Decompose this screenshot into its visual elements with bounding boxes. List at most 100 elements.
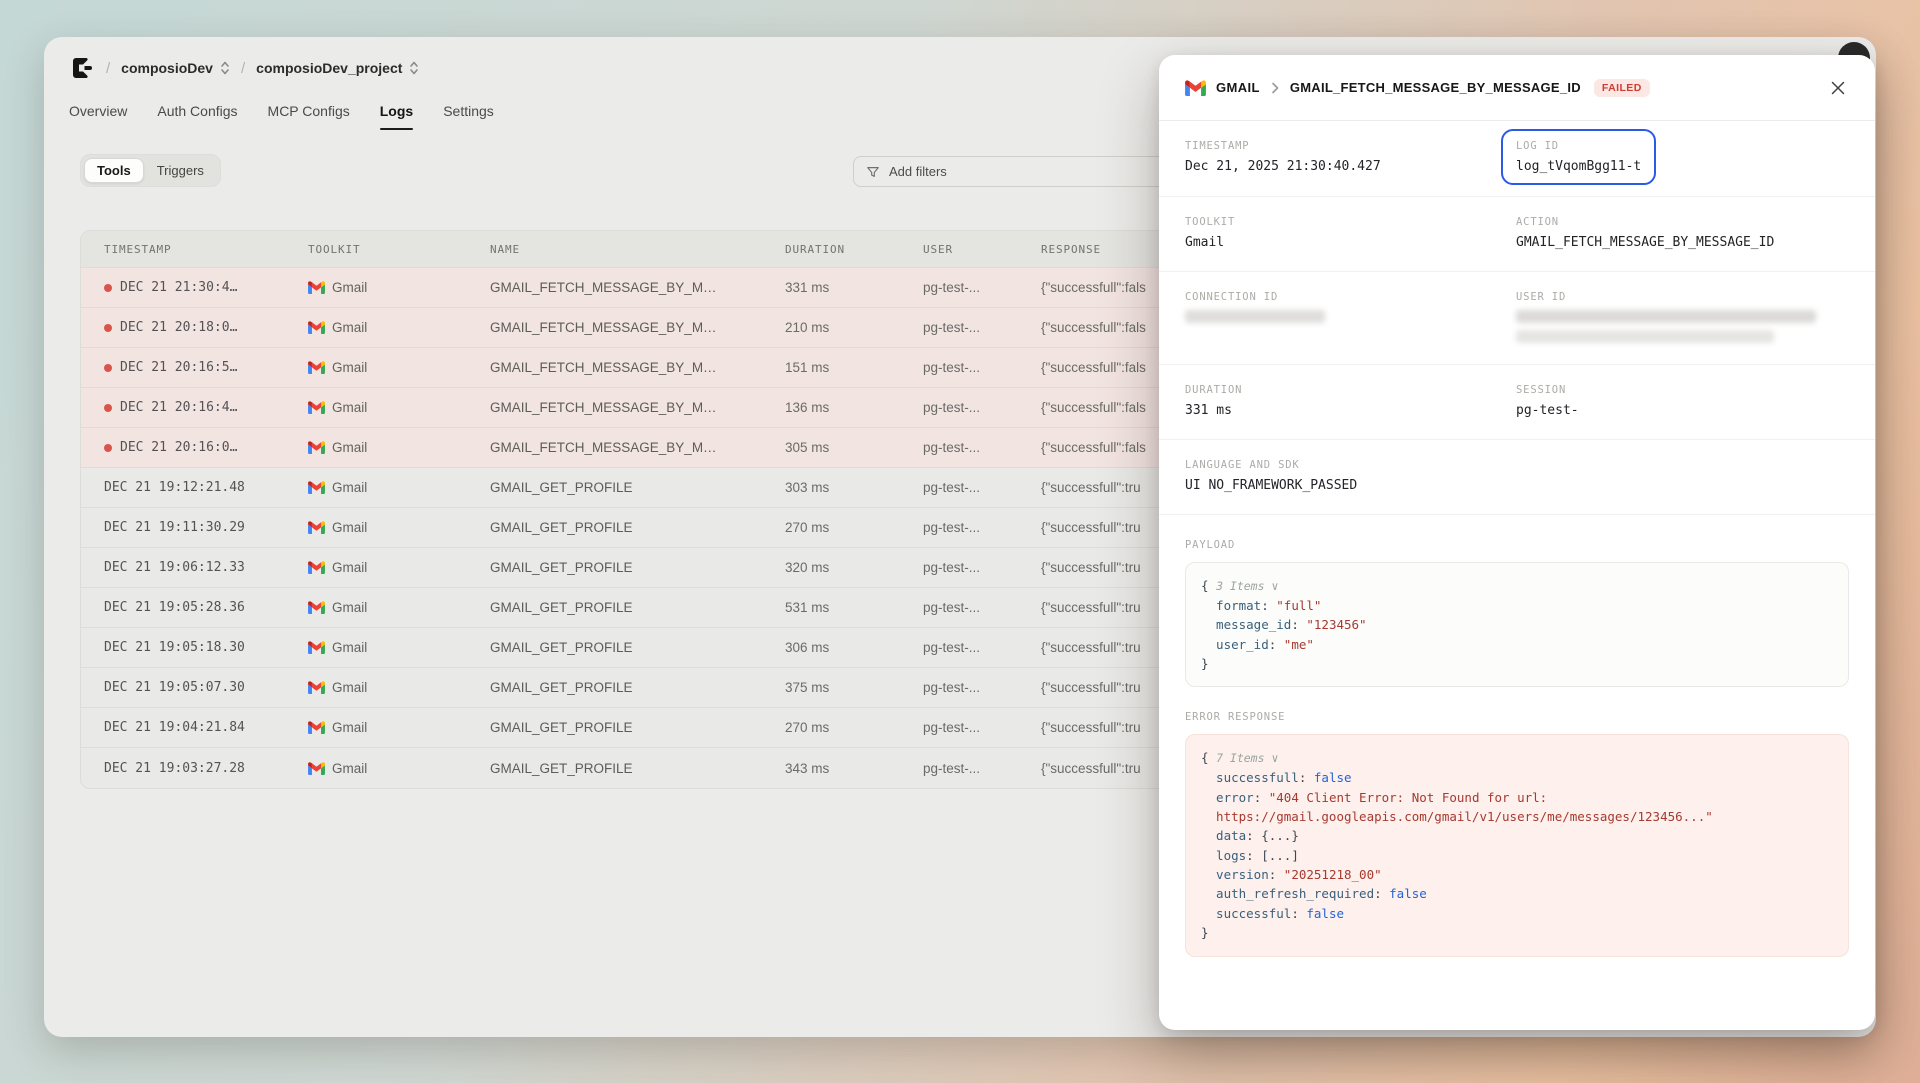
error-code[interactable]: { 7 Items ∨ successfull: false error: "4… [1185, 734, 1849, 956]
field-label: SESSION [1516, 384, 1849, 396]
logs-type-toggle: Tools Triggers [80, 154, 221, 187]
cell-user: pg-test-... [923, 720, 1041, 735]
cell-duration: 531 ms [785, 600, 923, 615]
tab-bar: Overview Auth Configs MCP Configs Logs S… [69, 103, 494, 130]
cell-timestamp: DEC 21 19:05:18.30 [81, 640, 308, 655]
cell-toolkit: Gmail [308, 440, 490, 455]
field-label: TOOLKIT [1185, 216, 1516, 228]
cell-timestamp: DEC 21 19:03:27.28 [81, 761, 308, 776]
cell-timestamp: DEC 21 19:12:21.48 [81, 480, 308, 495]
gmail-icon [1185, 80, 1206, 96]
gmail-icon [308, 641, 325, 654]
cell-user: pg-test-... [923, 680, 1041, 695]
payload-code[interactable]: { 3 Items ∨ format: "full" message_id: "… [1185, 562, 1849, 687]
tab-auth-configs[interactable]: Auth Configs [157, 103, 237, 130]
cell-toolkit: Gmail [308, 520, 490, 535]
cell-name: GMAIL_GET_PROFILE [490, 640, 785, 655]
cell-name: GMAIL_GET_PROFILE [490, 520, 785, 535]
column-header-toolkit: TOOLKIT [308, 243, 490, 256]
cell-toolkit: Gmail [308, 360, 490, 375]
field-action: ACTION GMAIL_FETCH_MESSAGE_BY_MESSAGE_ID [1516, 216, 1849, 250]
cell-duration: 136 ms [785, 400, 923, 415]
cell-toolkit: Gmail [308, 680, 490, 695]
status-badge: FAILED [1594, 79, 1650, 97]
field-value: Dec 21, 2025 21:30:40.427 [1185, 159, 1516, 174]
failed-dot [104, 364, 112, 372]
field-language-sdk: LANGUAGE AND SDK UI NO_FRAMEWORK_PASSED [1185, 459, 1849, 493]
cell-toolkit: Gmail [308, 400, 490, 415]
tab-settings[interactable]: Settings [443, 103, 494, 130]
cell-name: GMAIL_GET_PROFILE [490, 680, 785, 695]
field-label: LANGUAGE AND SDK [1185, 459, 1849, 471]
cell-user: pg-test-... [923, 520, 1041, 535]
field-label: TIMESTAMP [1185, 140, 1516, 152]
cell-duration: 210 ms [785, 320, 923, 335]
column-header-duration: DURATION [785, 243, 923, 256]
redacted-value [1516, 310, 1816, 323]
gmail-icon [308, 561, 325, 574]
triggers-segment[interactable]: Triggers [144, 158, 217, 183]
chevron-updown-icon [220, 60, 230, 76]
failed-dot [104, 444, 112, 452]
cell-duration: 270 ms [785, 720, 923, 735]
redacted-value [1516, 330, 1774, 343]
field-label: USER ID [1516, 291, 1849, 303]
cell-user: pg-test-... [923, 400, 1041, 415]
cell-user: pg-test-... [923, 600, 1041, 615]
panel-toolkit-title: GMAIL [1216, 80, 1260, 95]
redacted-value [1185, 310, 1325, 323]
field-row: LANGUAGE AND SDK UI NO_FRAMEWORK_PASSED [1159, 440, 1875, 515]
chevron-updown-icon [409, 60, 419, 76]
gmail-icon-slot [1185, 80, 1216, 96]
field-duration: DURATION 331 ms [1185, 384, 1516, 418]
field-log-id: LOG ID log_tVqomBgg11-t [1516, 140, 1849, 175]
close-icon[interactable] [1827, 77, 1849, 99]
tab-mcp-configs[interactable]: MCP Configs [268, 103, 350, 130]
cell-toolkit: Gmail [308, 320, 490, 335]
cell-duration: 151 ms [785, 360, 923, 375]
breadcrumb-separator: / [241, 60, 245, 77]
log-detail-panel: GMAIL GMAIL_FETCH_MESSAGE_BY_MESSAGE_ID … [1159, 55, 1875, 1030]
add-filters-label: Add filters [889, 164, 947, 179]
cell-toolkit: Gmail [308, 280, 490, 295]
gmail-icon [308, 401, 325, 414]
cell-toolkit: Gmail [308, 640, 490, 655]
field-label: LOG ID [1516, 140, 1641, 152]
field-value: Gmail [1185, 235, 1516, 250]
log-id-highlight-box[interactable]: LOG ID log_tVqomBgg11-t [1501, 129, 1656, 185]
cell-timestamp: DEC 21 19:11:30.29 [81, 520, 308, 535]
cell-timestamp: DEC 21 20:16:0… [81, 440, 308, 455]
cell-timestamp: DEC 21 19:05:07.30 [81, 680, 308, 695]
cell-name: GMAIL_FETCH_MESSAGE_BY_M… [490, 320, 785, 335]
cell-name: GMAIL_GET_PROFILE [490, 761, 785, 776]
field-value: pg-test- [1516, 403, 1849, 418]
column-header-timestamp: TIMESTAMP [81, 243, 308, 256]
field-connection-id: CONNECTION ID [1185, 291, 1516, 343]
cell-user: pg-test-... [923, 320, 1041, 335]
cell-user: pg-test-... [923, 560, 1041, 575]
field-row: TIMESTAMP Dec 21, 2025 21:30:40.427 LOG … [1159, 121, 1875, 197]
project-selector[interactable]: composioDev_project [256, 60, 419, 76]
gmail-icon [308, 281, 325, 294]
failed-dot [104, 404, 112, 412]
cell-duration: 375 ms [785, 680, 923, 695]
gmail-icon [308, 481, 325, 494]
gmail-icon [308, 361, 325, 374]
field-row: TOOLKIT Gmail ACTION GMAIL_FETCH_MESSAGE… [1159, 197, 1875, 272]
composio-logo-icon [69, 55, 95, 81]
org-selector[interactable]: composioDev [121, 60, 230, 76]
cell-duration: 270 ms [785, 520, 923, 535]
cell-name: GMAIL_GET_PROFILE [490, 600, 785, 615]
cell-user: pg-test-... [923, 440, 1041, 455]
cell-name: GMAIL_FETCH_MESSAGE_BY_M… [490, 360, 785, 375]
cell-user: pg-test-... [923, 640, 1041, 655]
cell-duration: 305 ms [785, 440, 923, 455]
tab-overview[interactable]: Overview [69, 103, 127, 130]
cell-toolkit: Gmail [308, 480, 490, 495]
failed-dot [104, 284, 112, 292]
cell-timestamp: DEC 21 19:06:12.33 [81, 560, 308, 575]
cell-duration: 320 ms [785, 560, 923, 575]
tools-segment[interactable]: Tools [84, 158, 144, 183]
field-timestamp: TIMESTAMP Dec 21, 2025 21:30:40.427 [1185, 140, 1516, 175]
tab-logs[interactable]: Logs [380, 103, 413, 130]
